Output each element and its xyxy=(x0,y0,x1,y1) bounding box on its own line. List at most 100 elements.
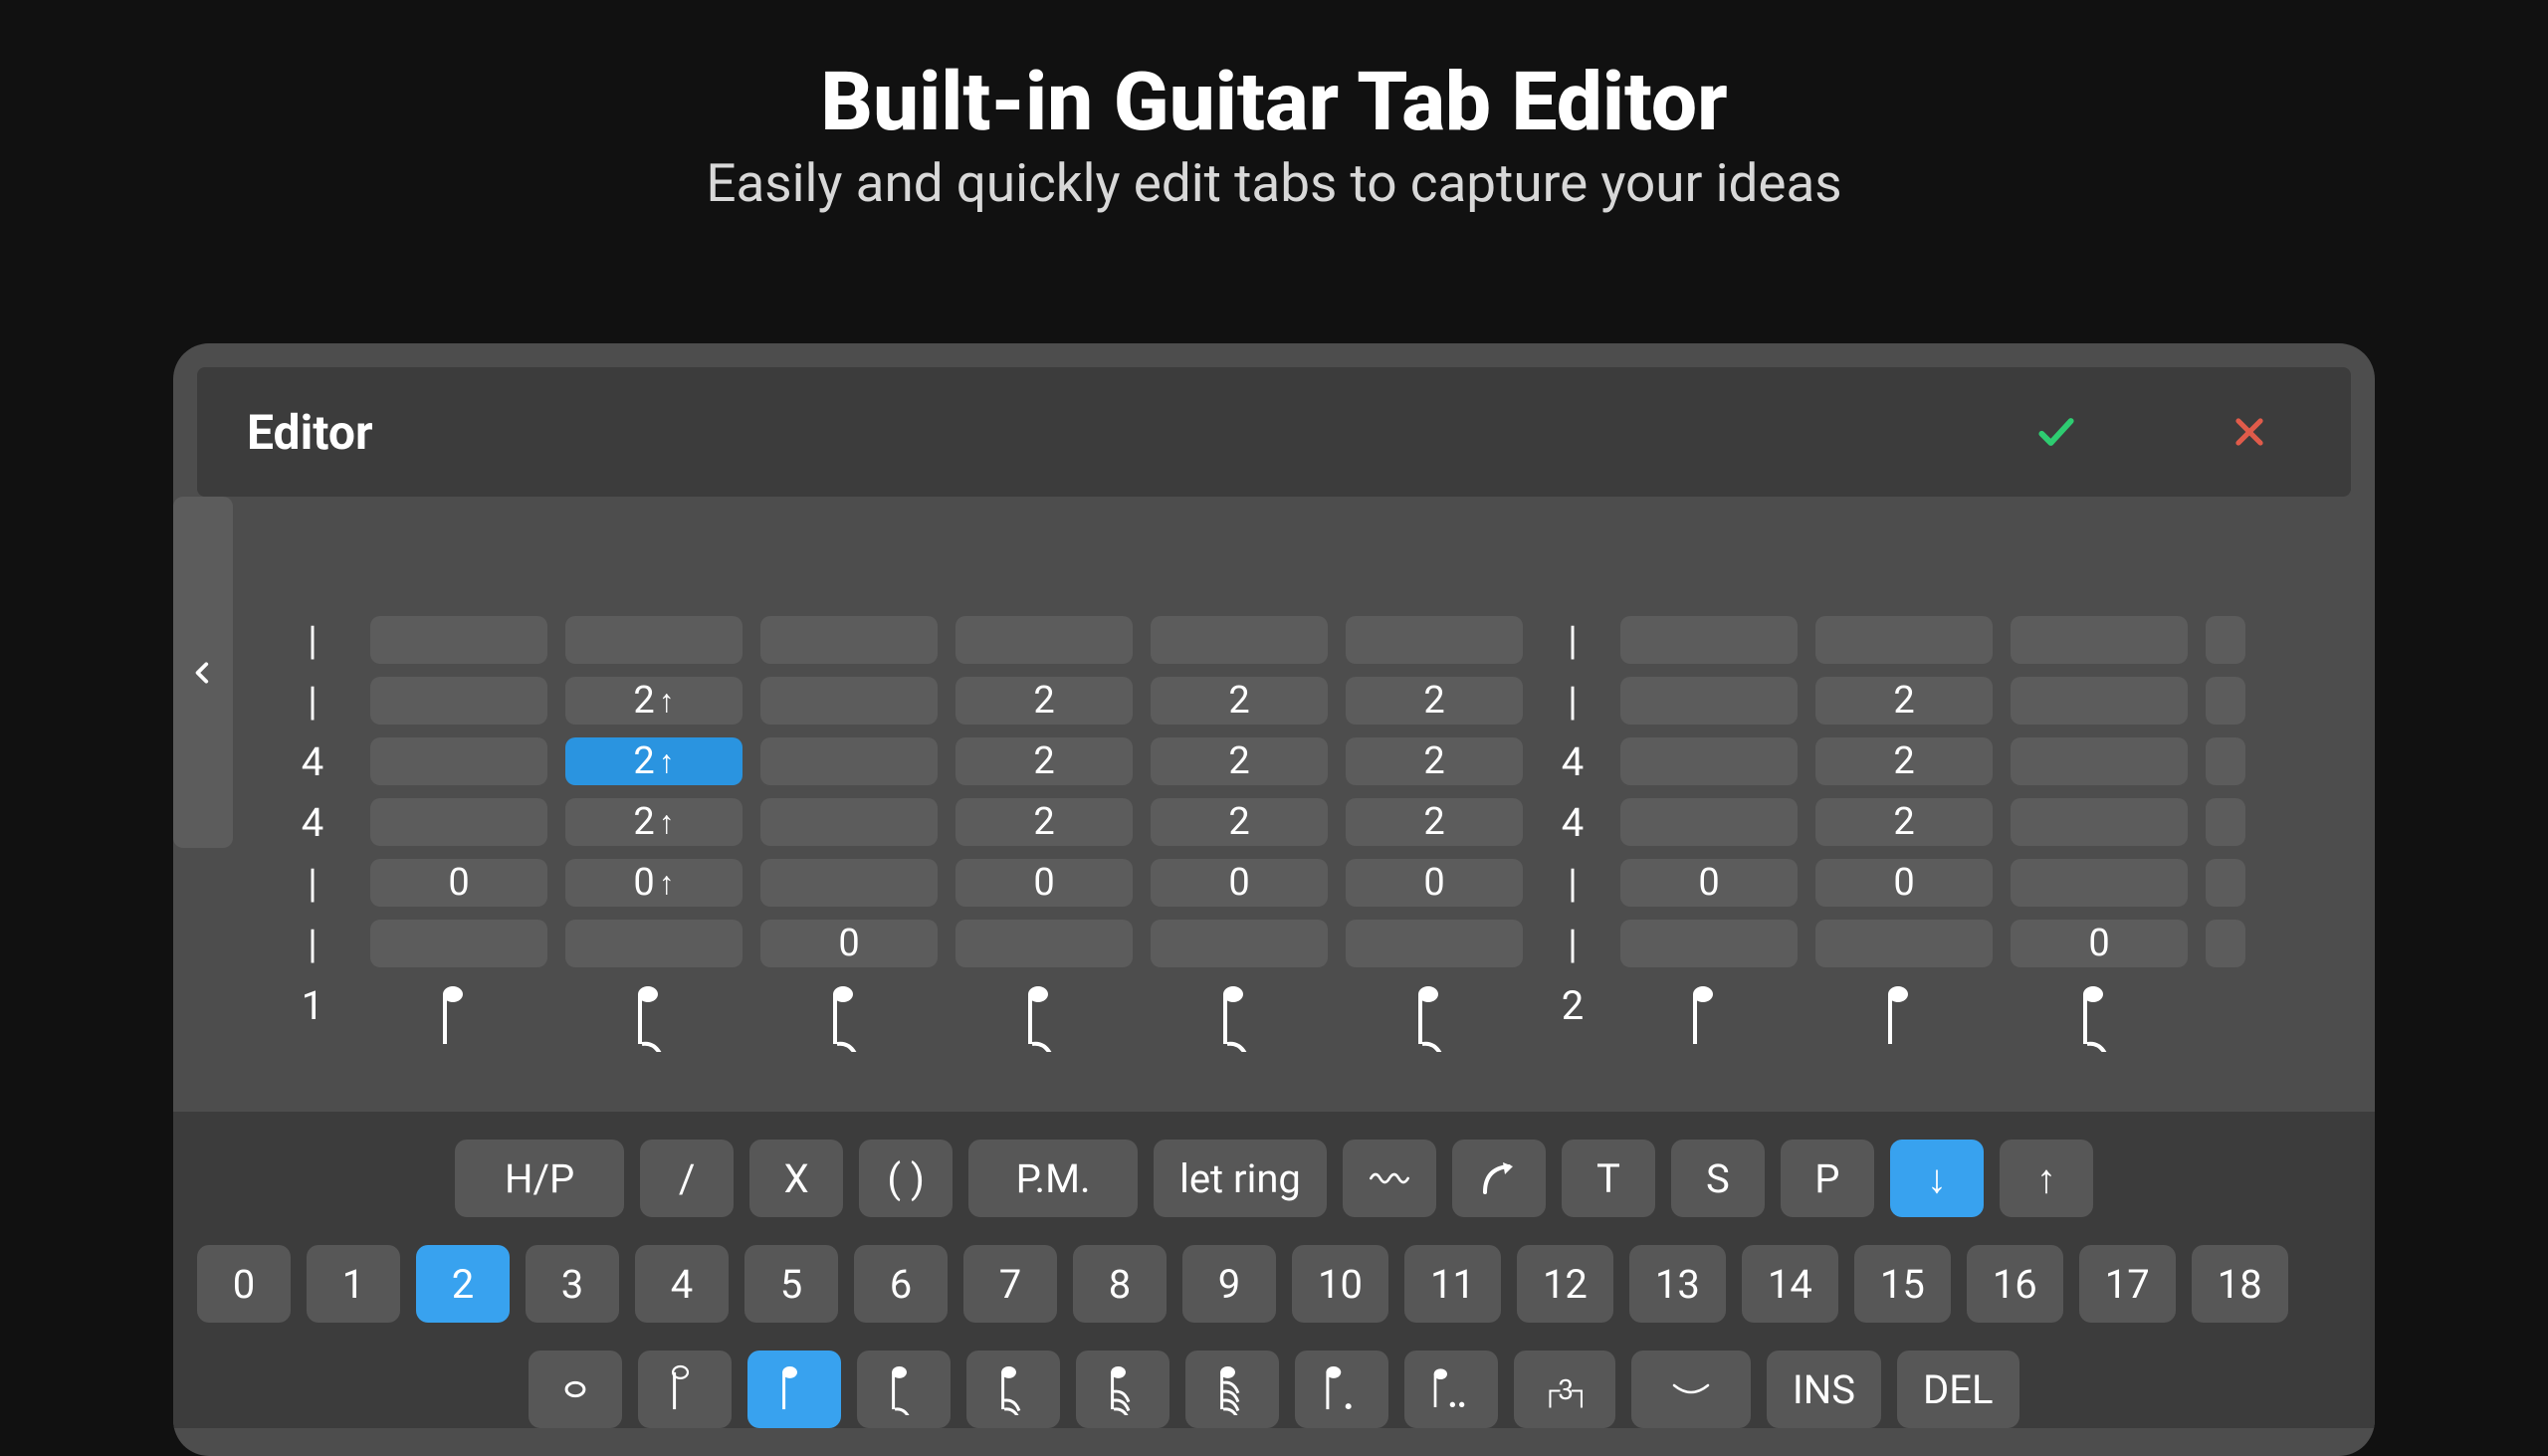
duration-key-ins[interactable]: INS xyxy=(1767,1351,1881,1428)
tab-cell[interactable]: 2 xyxy=(956,798,1133,846)
tab-cell[interactable]: 0 xyxy=(1620,859,1798,907)
fret-key[interactable]: 11 xyxy=(1404,1245,1501,1323)
tab-cell[interactable] xyxy=(1620,920,1798,967)
fret-key[interactable]: 5 xyxy=(744,1245,838,1323)
tab-cell[interactable]: 2 xyxy=(1151,798,1328,846)
tab-cell[interactable]: 2↑ xyxy=(565,798,743,846)
tab-cell[interactable] xyxy=(2206,737,2245,785)
duration-key-tie[interactable] xyxy=(1631,1351,1751,1428)
tab-cell[interactable] xyxy=(1151,616,1328,664)
fret-key[interactable]: 13 xyxy=(1629,1245,1726,1323)
confirm-icon[interactable] xyxy=(2034,410,2078,454)
tab-cell[interactable] xyxy=(370,737,547,785)
tab-cell[interactable] xyxy=(370,677,547,725)
tab-cell[interactable] xyxy=(370,798,547,846)
fret-key[interactable]: 6 xyxy=(854,1245,948,1323)
tab-cell[interactable]: 0↑ xyxy=(565,859,743,907)
technique-key[interactable]: H/P xyxy=(455,1140,624,1217)
tab-cell[interactable] xyxy=(1151,920,1328,967)
technique-key[interactable]: ↓ xyxy=(1890,1140,1984,1217)
technique-key[interactable]: ↑ xyxy=(2000,1140,2093,1217)
tab-cell[interactable]: 2 xyxy=(1346,677,1523,725)
fret-key[interactable]: 4 xyxy=(635,1245,729,1323)
tab-cell[interactable]: 2 xyxy=(1151,677,1328,725)
tab-cell[interactable] xyxy=(370,920,547,967)
tab-cell[interactable] xyxy=(760,616,938,664)
fret-key[interactable]: 18 xyxy=(2192,1245,2288,1323)
tab-cell[interactable]: 0 xyxy=(370,859,547,907)
fret-key[interactable]: 14 xyxy=(1742,1245,1838,1323)
duration-key-whole[interactable] xyxy=(529,1351,622,1428)
tab-cell[interactable]: 2 xyxy=(1815,737,1993,785)
technique-key[interactable]: / xyxy=(640,1140,734,1217)
tab-cell[interactable] xyxy=(2206,920,2245,967)
tab-cell[interactable]: 2 xyxy=(1815,677,1993,725)
technique-key[interactable]: X xyxy=(749,1140,843,1217)
tab-cell[interactable] xyxy=(1620,677,1798,725)
tab-cell[interactable]: 0 xyxy=(1151,859,1328,907)
tab-cell[interactable]: 2 xyxy=(1346,737,1523,785)
tab-cell[interactable]: 2 xyxy=(1346,798,1523,846)
fret-key[interactable]: 9 xyxy=(1182,1245,1276,1323)
tab-cell[interactable] xyxy=(760,798,938,846)
tab-cell[interactable] xyxy=(565,920,743,967)
tab-cell[interactable] xyxy=(1346,920,1523,967)
duration-key-tuplet[interactable]: ┌3┐ xyxy=(1514,1351,1614,1428)
tab-cell[interactable]: 2↑ xyxy=(565,737,743,785)
technique-key[interactable]: P.M. xyxy=(968,1140,1138,1217)
duration-key-quarter[interactable] xyxy=(747,1351,841,1428)
tab-cell[interactable] xyxy=(1815,920,1993,967)
duration-key-dotdot[interactable] xyxy=(1404,1351,1498,1428)
tab-cell[interactable]: 0 xyxy=(1346,859,1523,907)
tab-cell[interactable]: 0 xyxy=(760,920,938,967)
tab-cell[interactable] xyxy=(2206,798,2245,846)
tab-cell[interactable] xyxy=(1620,798,1798,846)
tab-cell[interactable] xyxy=(2011,859,2188,907)
duration-key-del[interactable]: DEL xyxy=(1897,1351,2019,1428)
tab-cell[interactable] xyxy=(2011,798,2188,846)
tab-cell[interactable]: 2 xyxy=(956,677,1133,725)
technique-key[interactable]: T xyxy=(1562,1140,1655,1217)
fret-key[interactable]: 15 xyxy=(1854,1245,1951,1323)
tab-cell[interactable]: 0 xyxy=(2011,920,2188,967)
technique-key[interactable]: let ring xyxy=(1154,1140,1327,1217)
technique-key[interactable]: P xyxy=(1781,1140,1874,1217)
technique-key[interactable]: ( ) xyxy=(859,1140,953,1217)
tab-cell[interactable] xyxy=(2206,677,2245,725)
fret-key[interactable]: 8 xyxy=(1073,1245,1167,1323)
tab-cell[interactable] xyxy=(1815,616,1993,664)
tab-cell[interactable]: 2 xyxy=(1815,798,1993,846)
fret-key[interactable]: 12 xyxy=(1517,1245,1613,1323)
tab-cell[interactable]: 2 xyxy=(956,737,1133,785)
fret-key[interactable]: 7 xyxy=(963,1245,1057,1323)
tab-cell[interactable] xyxy=(956,920,1133,967)
duration-key-dot[interactable] xyxy=(1295,1351,1388,1428)
tab-cell[interactable]: 2↑ xyxy=(565,677,743,725)
tab-cell[interactable] xyxy=(370,616,547,664)
tab-cell[interactable] xyxy=(760,737,938,785)
fret-key[interactable]: 17 xyxy=(2079,1245,2176,1323)
technique-key[interactable] xyxy=(1452,1140,1546,1217)
fret-key[interactable]: 2 xyxy=(416,1245,510,1323)
tab-cell[interactable] xyxy=(760,677,938,725)
duration-key-eighth[interactable] xyxy=(857,1351,951,1428)
duration-key-thirtysecond[interactable] xyxy=(1076,1351,1169,1428)
fret-key[interactable]: 10 xyxy=(1292,1245,1388,1323)
tab-cell[interactable] xyxy=(2011,616,2188,664)
tab-cell[interactable] xyxy=(1346,616,1523,664)
close-icon[interactable] xyxy=(2228,410,2271,454)
tab-cell[interactable]: 0 xyxy=(1815,859,1993,907)
fret-key[interactable]: 1 xyxy=(307,1245,400,1323)
tab-cell[interactable] xyxy=(956,616,1133,664)
tab-cell[interactable] xyxy=(2206,859,2245,907)
duration-key-sixteenth[interactable] xyxy=(966,1351,1060,1428)
tab-cell[interactable]: 0 xyxy=(956,859,1133,907)
technique-key[interactable]: S xyxy=(1671,1140,1765,1217)
tab-cell[interactable] xyxy=(760,859,938,907)
tab-cell[interactable] xyxy=(565,616,743,664)
duration-key-half[interactable] xyxy=(638,1351,732,1428)
tab-cell[interactable]: 2 xyxy=(1151,737,1328,785)
tab-cell[interactable] xyxy=(2011,677,2188,725)
tab-cell[interactable] xyxy=(1620,616,1798,664)
fret-key[interactable]: 3 xyxy=(526,1245,619,1323)
